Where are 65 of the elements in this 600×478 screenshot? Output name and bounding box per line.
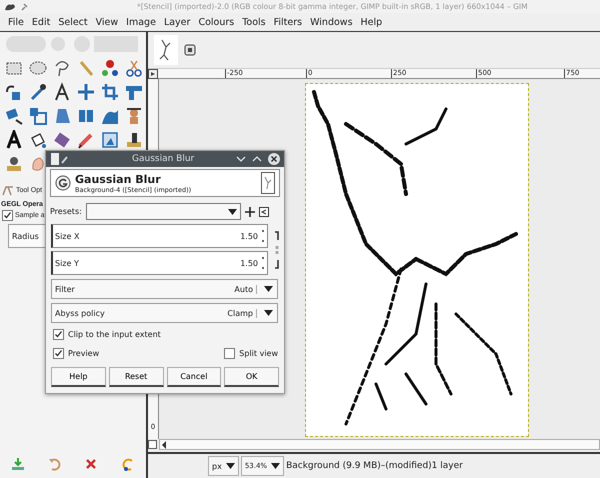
dialog-app-icon [50,153,70,165]
size-spin-field[interactable]: Size Y 1.50 [51,251,268,275]
dropdown-arrow-icon [271,463,280,469]
dropdown-arrow-icon [264,310,273,316]
menu-item[interactable]: Windows [306,16,357,28]
option-dropdown[interactable]: Abyss policy Clamp [51,303,278,323]
dialog-button[interactable]: Reset [108,367,164,387]
square-toggle-icon[interactable] [148,440,157,449]
close-icon[interactable] [268,153,280,165]
move-arrows-icon[interactable] [76,82,96,102]
dialog-title: Gaussian Blur [132,154,194,164]
checkbox[interactable] [2,210,13,221]
picture-brush-icon[interactable] [100,130,120,150]
checkbox[interactable] [53,329,64,340]
stamp-icon[interactable] [124,130,144,150]
menu-item[interactable]: View [92,16,122,28]
size-spin-field[interactable]: Size X 1.50 [51,224,268,248]
dialog-button[interactable]: Help [51,367,106,387]
dropdown-arrow-icon [226,463,235,469]
dropdown-arrow-icon [264,286,273,292]
checkbox-label[interactable]: Split view [239,349,278,358]
dialog-button[interactable]: Cancel [166,367,222,387]
presets-label: Presets: [50,207,82,216]
image-thumbnail-tab[interactable] [154,35,178,65]
flip-icon[interactable] [76,106,96,126]
menu-item[interactable]: Layer [160,16,194,28]
menu-tab-icon[interactable] [258,206,269,216]
checkbox-label[interactable]: Preview [68,349,100,358]
checkbox-label[interactable]: Clip to the input extent [68,330,161,339]
filter-heading: Gaussian Blur [75,172,162,186]
menu-item[interactable]: Help [356,16,386,28]
scale-icon[interactable] [28,106,48,126]
scissors-icon[interactable] [124,58,144,78]
pin-icon[interactable] [19,2,29,12]
unit-dropdown[interactable]: px [208,456,239,476]
menu-item[interactable]: Image [122,16,160,28]
presets-dropdown[interactable] [86,203,241,220]
easel-icon [2,185,14,196]
chain-link-icon[interactable] [274,230,280,270]
plus-icon[interactable] [244,206,255,216]
left-arrow-icon[interactable] [160,440,168,450]
chevron-up-icon[interactable] [252,155,262,163]
save-arrow-icon[interactable] [10,456,26,472]
menu-item[interactable]: Select [54,16,92,28]
option-dropdown[interactable]: Filter Auto [51,279,278,299]
frame-icon[interactable] [184,44,196,56]
menu-item[interactable]: Filters [270,16,306,28]
menu-item[interactable]: Edit [28,16,54,28]
status-message: Background (9.9 MB)–(modified)1 layer [286,461,463,471]
chevron-down-icon[interactable] [236,155,246,163]
checkbox[interactable] [53,348,64,359]
crop-icon[interactable] [100,82,120,102]
checkbox[interactable] [224,348,236,359]
navigate-icon[interactable] [148,69,158,79]
menu-item[interactable]: Tools [238,16,270,28]
dialog-button[interactable]: OK [224,367,279,387]
menu-item[interactable]: Colours [194,16,238,28]
text-letter-icon[interactable] [4,130,24,150]
layer-preview-thumbnail [261,172,275,194]
eyedropper-icon[interactable] [28,82,48,102]
spiral-g-icon [55,175,71,191]
horizontal-scrollbar[interactable] [159,439,600,450]
menu-item[interactable]: File [4,16,28,28]
color-dots-icon[interactable] [100,58,120,78]
dropdown-arrow-icon [228,208,237,214]
